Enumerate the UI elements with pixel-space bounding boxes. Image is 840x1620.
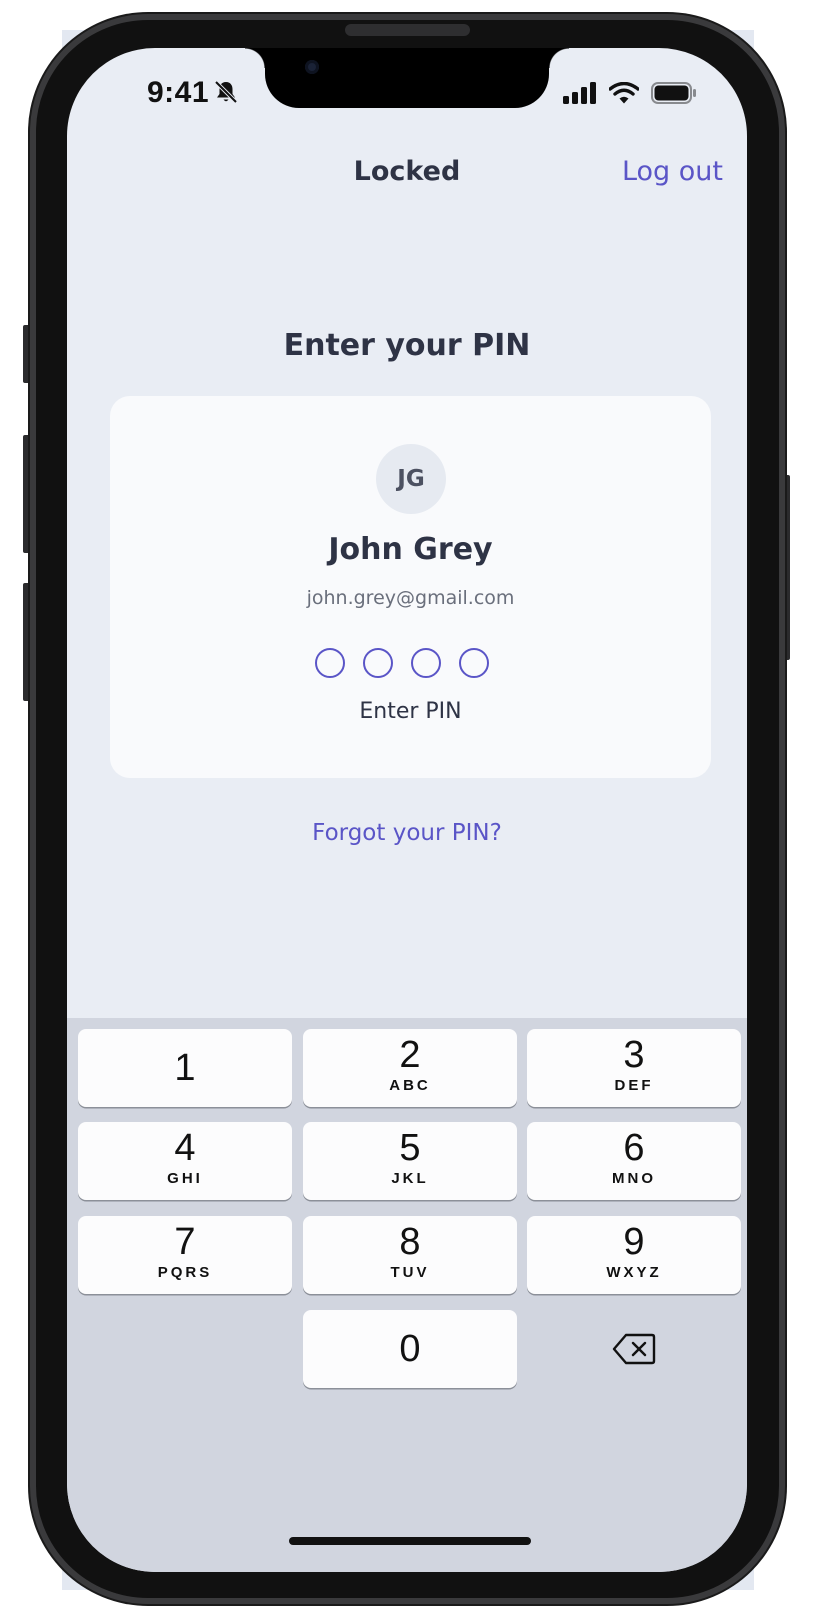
earpiece-speaker [345, 24, 470, 36]
bell-slash-icon [214, 80, 238, 104]
phone-screen: 9:41 Locked Log out Enter your PIN JG Jo… [67, 48, 747, 1572]
key-digit: 9 [623, 1221, 645, 1263]
pin-indicator [315, 648, 489, 678]
pin-dot [363, 648, 393, 678]
key-digit: 0 [399, 1328, 421, 1370]
key-4[interactable]: 4 GHI [78, 1122, 292, 1200]
key-digit: 2 [399, 1034, 421, 1076]
user-card: JG John Grey john.grey@gmail.com Enter P… [110, 396, 711, 778]
key-letters: GHI [167, 1170, 203, 1187]
key-2[interactable]: 2 ABC [303, 1029, 517, 1107]
wifi-icon [609, 82, 639, 104]
page-heading: Enter your PIN [283, 328, 531, 363]
user-name: John Grey [328, 532, 493, 567]
key-digit: 8 [399, 1221, 421, 1263]
pin-dot [315, 648, 345, 678]
key-letters: ABC [389, 1077, 431, 1094]
pin-dot [411, 648, 441, 678]
user-email: john.grey@gmail.com [306, 587, 515, 609]
numeric-keypad: 1 2 ABC 3 DEF 4 GHI 5 JKL 6 MNO 7 PQRS 8… [67, 1018, 747, 1572]
backspace-icon [612, 1333, 656, 1365]
cellular-signal-icon [563, 82, 596, 104]
key-7[interactable]: 7 PQRS [78, 1216, 292, 1294]
logout-button[interactable]: Log out [622, 156, 723, 187]
key-letters: TUV [390, 1264, 430, 1281]
status-icons [563, 82, 697, 104]
key-3[interactable]: 3 DEF [527, 1029, 741, 1107]
key-digit: 1 [174, 1047, 196, 1089]
battery-icon [651, 82, 696, 104]
key-1[interactable]: 1 [78, 1029, 292, 1107]
status-time: 9:41 [147, 76, 210, 109]
key-digit: 6 [623, 1127, 645, 1169]
key-digit: 5 [399, 1127, 421, 1169]
notch [245, 48, 569, 108]
pin-dot [459, 648, 489, 678]
key-digit: 3 [623, 1034, 645, 1076]
key-letters: MNO [612, 1170, 656, 1187]
key-digit: 4 [174, 1127, 196, 1169]
key-6[interactable]: 6 MNO [527, 1122, 741, 1200]
key-digit: 7 [174, 1221, 196, 1263]
key-9[interactable]: 9 WXYZ [527, 1216, 741, 1294]
pin-label: Enter PIN [359, 699, 462, 724]
key-letters: DEF [614, 1077, 654, 1094]
key-letters: PQRS [157, 1264, 213, 1281]
key-8[interactable]: 8 TUV [303, 1216, 517, 1294]
key-5[interactable]: 5 JKL [303, 1122, 517, 1200]
avatar: JG [376, 444, 446, 514]
backspace-button[interactable] [527, 1310, 741, 1388]
key-letters: WXYZ [606, 1264, 662, 1281]
forgot-pin-link[interactable]: Forgot your PIN? [67, 820, 747, 846]
home-indicator[interactable] [289, 1537, 531, 1545]
key-letters: JKL [391, 1170, 429, 1187]
camera-icon [305, 60, 319, 74]
key-0[interactable]: 0 [303, 1310, 517, 1388]
